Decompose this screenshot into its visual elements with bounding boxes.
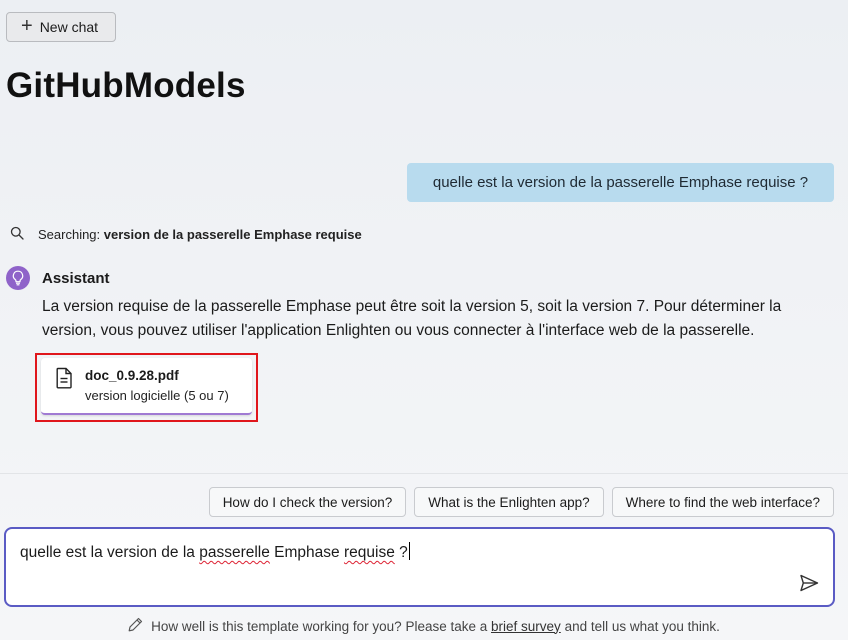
send-icon xyxy=(800,574,819,592)
chat-input-value[interactable]: quelle est la version de la passerelle E… xyxy=(20,542,410,562)
feedback-footer: How well is this template working for yo… xyxy=(0,617,848,635)
new-chat-label: New chat xyxy=(39,19,99,35)
chat-input[interactable]: quelle est la version de la passerelle E… xyxy=(4,527,835,607)
send-button[interactable] xyxy=(797,571,821,595)
suggestion-button[interactable]: What is the Enlighten app? xyxy=(414,487,604,517)
suggestion-button[interactable]: How do I check the version? xyxy=(208,487,407,517)
citation-card[interactable]: doc_0.9.28.pdf version logicielle (5 ou … xyxy=(41,358,252,415)
user-message-text: quelle est la version de la passerelle E… xyxy=(432,174,809,191)
footer-text-before: How well is this template working for yo… xyxy=(151,618,488,634)
new-chat-button[interactable]: + New chat xyxy=(6,12,116,42)
page-title: GitHubModels xyxy=(6,66,246,105)
search-prefix: Searching: xyxy=(38,227,101,242)
assistant-message: La version requise de la passerelle Emph… xyxy=(42,298,782,339)
pencil-icon xyxy=(128,617,143,635)
search-query: version de la passerelle Emphase requise xyxy=(103,227,362,242)
citation-excerpt: version logicielle (5 ou 7) xyxy=(85,388,229,403)
document-icon xyxy=(55,367,73,394)
plus-icon: + xyxy=(21,15,33,37)
suggestion-list: How do I check the version? What is the … xyxy=(208,487,834,517)
search-icon xyxy=(10,226,24,243)
text-caret xyxy=(408,542,410,560)
footer-text-after: and tell us what you think. xyxy=(564,618,720,634)
search-status: Searching: version de la passerelle Emph… xyxy=(10,226,362,243)
assistant-name: Assistant xyxy=(42,270,110,287)
user-message: quelle est la version de la passerelle E… xyxy=(407,163,834,202)
citation-file-name: doc_0.9.28.pdf xyxy=(85,368,179,383)
survey-link[interactable]: brief survey xyxy=(491,619,561,634)
lightbulb-icon xyxy=(6,266,30,290)
suggestion-button[interactable]: Where to find the web interface? xyxy=(611,487,834,517)
divider xyxy=(0,473,848,474)
